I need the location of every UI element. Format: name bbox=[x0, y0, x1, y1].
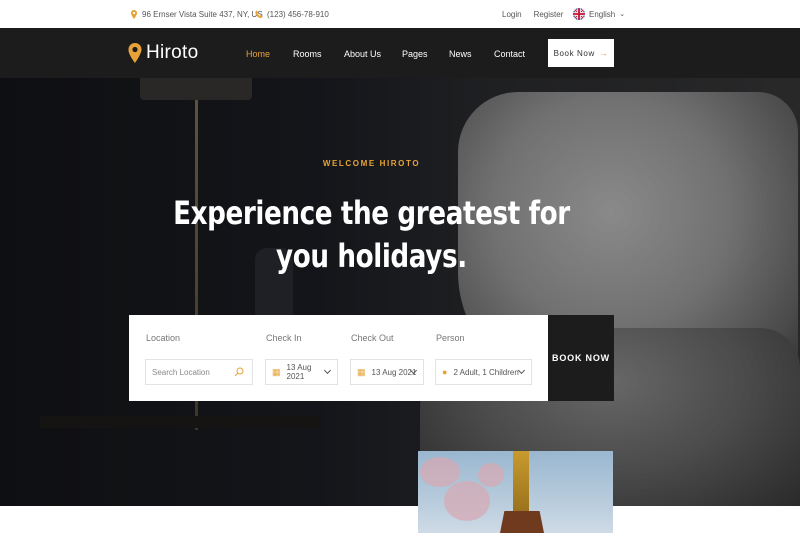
phone-info: (123) 456-78-910 bbox=[255, 10, 329, 19]
nav-item-home[interactable]: Home bbox=[246, 49, 270, 59]
logo-text: Hiroto bbox=[146, 42, 199, 63]
location-field[interactable]: Search Location bbox=[145, 359, 253, 385]
chevron-down-icon bbox=[517, 366, 526, 375]
book-now-submit-button[interactable]: BOOK NOW bbox=[548, 315, 614, 401]
nav-item-news[interactable]: News bbox=[449, 49, 472, 59]
search-icon bbox=[234, 367, 244, 377]
content-section bbox=[0, 506, 800, 533]
book-now-label: Book Now bbox=[553, 48, 595, 58]
logo-pin-icon bbox=[128, 43, 142, 63]
location-placeholder: Search Location bbox=[152, 367, 210, 377]
person-value: 2 Adult, 1 Children bbox=[453, 367, 519, 377]
address-text: 96 Ernser Vista Suite 437, NY, US bbox=[142, 10, 263, 19]
check-in-label: Check In bbox=[266, 333, 302, 343]
site-logo[interactable]: Hiroto bbox=[128, 42, 198, 64]
calendar-icon: ▦ bbox=[272, 366, 281, 377]
cherry-blossom-image bbox=[444, 481, 490, 521]
cherry-blossom-image bbox=[420, 457, 460, 487]
nav-item-rooms[interactable]: Rooms bbox=[293, 49, 322, 59]
arrow-right-icon: → bbox=[598, 48, 609, 58]
login-link[interactable]: Login bbox=[502, 10, 522, 19]
hero-eyebrow: WELCOME HIROTO bbox=[322, 159, 421, 168]
check-out-select[interactable]: ▦ 13 Aug 2021 bbox=[350, 359, 424, 385]
register-link[interactable]: Register bbox=[534, 10, 564, 19]
pagoda-photo bbox=[418, 451, 613, 533]
phone-text: (123) 456-78-910 bbox=[267, 10, 329, 19]
nav-item-about-us[interactable]: About Us bbox=[344, 49, 381, 59]
top-bar: 96 Ernser Vista Suite 437, NY, US (123) … bbox=[0, 0, 800, 28]
hero-headline-line-1: Experience the greatest for bbox=[173, 194, 570, 232]
language-selector[interactable]: English ⌄ bbox=[573, 8, 625, 20]
person-label: Person bbox=[436, 333, 465, 343]
account-links: Login Register bbox=[502, 10, 563, 19]
check-out-label: Check Out bbox=[351, 333, 394, 343]
book-now-nav-button[interactable]: Book Now → bbox=[548, 39, 614, 67]
nav-item-contact[interactable]: Contact bbox=[494, 49, 525, 59]
language-label: English bbox=[589, 9, 616, 19]
hero-overlay bbox=[0, 78, 800, 506]
cherry-blossom-image bbox=[478, 463, 504, 487]
map-pin-icon bbox=[131, 10, 137, 19]
nav-item-pages[interactable]: Pages bbox=[402, 49, 428, 59]
hero-section: WELCOME HIROTO Experience the greatest f… bbox=[0, 78, 800, 506]
pagoda-roof-image bbox=[500, 511, 544, 533]
hero-headline: Experience the greatest for you holidays… bbox=[67, 192, 676, 278]
calendar-icon: ▦ bbox=[357, 366, 366, 377]
phone-icon bbox=[255, 10, 263, 19]
location-label: Location bbox=[146, 333, 181, 343]
chevron-down-icon: ⌄ bbox=[619, 11, 626, 18]
booking-form: Location Search Location Check In ▦ 13 A… bbox=[129, 315, 548, 401]
check-in-value: 13 Aug 2021 bbox=[286, 363, 312, 381]
main-navbar: Hiroto Home Rooms About Us Pages News Co… bbox=[0, 28, 800, 78]
uk-flag-icon bbox=[573, 8, 585, 20]
people-icon: ● bbox=[442, 367, 448, 377]
check-in-select[interactable]: ▦ 13 Aug 2021 bbox=[265, 359, 338, 385]
hero-headline-line-2: you holidays. bbox=[276, 237, 467, 275]
address-info: 96 Ernser Vista Suite 437, NY, US bbox=[130, 10, 263, 19]
person-select[interactable]: ● 2 Adult, 1 Children bbox=[435, 359, 532, 385]
